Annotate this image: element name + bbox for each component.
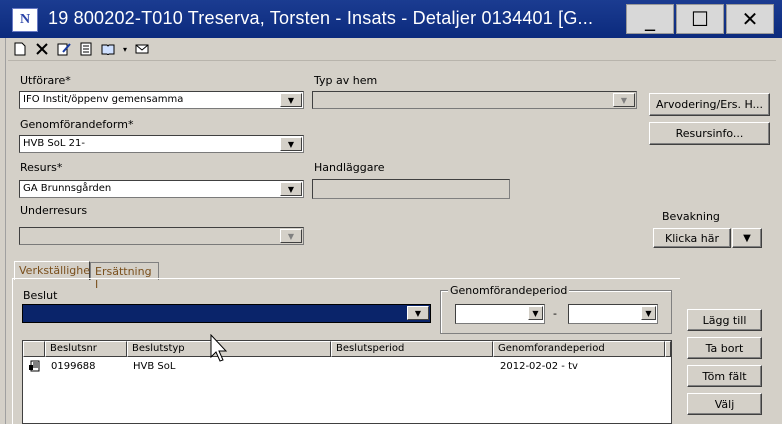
underresurs-label: Underresurs <box>20 204 88 217</box>
column-header-icon[interactable] <box>23 341 45 357</box>
lagg-till-button[interactable]: Lägg till <box>687 309 762 331</box>
period-separator: - <box>553 307 557 320</box>
genomforandeform-select[interactable]: HVB SoL 21- ▼ <box>19 135 304 153</box>
genomforandeform-label: Genomförandeform* <box>20 118 134 131</box>
table-row[interactable]: 0199688 HVB SoL 2012-02-02 - tv <box>23 358 671 374</box>
column-header-beslutsnr[interactable]: Beslutsnr <box>45 341 127 357</box>
ta-bort-label: Ta bort <box>705 341 744 355</box>
chevron-down-icon[interactable]: ▼ <box>280 93 302 107</box>
tab-verkstallighet-label: Verkställighet <box>19 264 95 277</box>
close-button[interactable]: ✕ <box>726 4 774 34</box>
report-icon[interactable] <box>78 41 94 57</box>
edit-icon[interactable] <box>56 41 72 57</box>
toolbar-divider <box>8 60 776 61</box>
maximize-button[interactable]: ☐ <box>676 4 724 34</box>
resurs-label: Resurs* <box>20 161 63 174</box>
handlaggare-field[interactable] <box>312 179 510 199</box>
app-icon[interactable]: N <box>12 8 38 32</box>
lagg-till-label: Lägg till <box>702 313 747 327</box>
chevron-down-icon[interactable]: ▼ <box>407 306 429 320</box>
new-document-icon[interactable] <box>12 41 28 57</box>
chevron-down-icon[interactable]: ▼ <box>641 306 656 320</box>
chevron-down-icon[interactable]: ▼ <box>280 229 302 243</box>
ta-bort-button[interactable]: Ta bort <box>687 337 762 359</box>
minimize-icon: _ <box>645 7 655 31</box>
column-header-filler <box>665 341 671 357</box>
window-frame-right <box>776 38 782 424</box>
utforare-value: IFO Instit/öppenv gemensamma <box>23 94 184 105</box>
toolbar: ▾ <box>12 40 150 58</box>
typ-av-hem-label: Typ av hem <box>314 74 378 87</box>
chevron-down-icon[interactable]: ▼ <box>280 137 302 151</box>
genomforandeperiod-legend: Genomförandeperiod <box>448 284 570 297</box>
tom-falt-button[interactable]: Töm fält <box>687 365 762 387</box>
maximize-icon: ☐ <box>691 7 709 31</box>
column-header-beslutstyp[interactable]: Beslutstyp <box>127 341 331 357</box>
beslut-label: Beslut <box>23 289 58 302</box>
handlaggare-label: Handläggare <box>314 161 385 174</box>
beslut-select[interactable]: ▼ <box>22 304 431 323</box>
resurs-select[interactable]: GA Brunnsgården ▼ <box>19 180 304 198</box>
period-from-field[interactable]: ▼ <box>455 304 545 324</box>
genomforandeform-value: HVB SoL 21- <box>23 138 85 149</box>
document-icon <box>29 360 41 375</box>
arvodering-button[interactable]: Arvodering/Ers. H... <box>649 93 770 116</box>
valj-label: Välj <box>714 397 735 411</box>
book-icon[interactable] <box>100 41 116 57</box>
valj-button[interactable]: Välj <box>687 393 762 415</box>
klicka-har-button[interactable]: Klicka här <box>653 228 731 248</box>
utforare-label: Utförare* <box>20 74 71 87</box>
chevron-down-icon[interactable]: ▼ <box>613 93 635 107</box>
chevron-down-icon[interactable]: ▾ <box>122 41 128 57</box>
resurs-value: GA Brunnsgården <box>23 183 112 194</box>
cell-genomforandeperiod: 2012-02-02 - tv <box>500 361 578 372</box>
bevakning-dropdown-button[interactable]: ▼ <box>732 228 762 248</box>
window-frame-left <box>0 38 6 424</box>
tom-falt-label: Töm fält <box>702 369 747 383</box>
chevron-down-icon: ▼ <box>743 232 751 244</box>
minimize-button[interactable]: _ <box>626 4 674 34</box>
mouse-cursor-icon <box>210 333 228 367</box>
app-icon-glyph: N <box>19 12 31 27</box>
underresurs-select[interactable]: ▼ <box>19 227 304 245</box>
resursinfo-label: Resursinfo... <box>675 127 744 140</box>
mail-icon[interactable] <box>134 41 150 57</box>
window-title: 19 800202-T010 Treserva, Torsten - Insat… <box>48 8 594 28</box>
chevron-down-icon[interactable]: ▼ <box>528 306 543 320</box>
chevron-down-icon[interactable]: ▼ <box>280 182 302 196</box>
utforare-select[interactable]: IFO Instit/öppenv gemensamma ▼ <box>19 91 304 109</box>
typ-av-hem-select[interactable]: ▼ <box>312 91 637 109</box>
klicka-har-label: Klicka här <box>664 231 720 245</box>
column-header-genomforandeperiod[interactable]: Genomforandeperiod <box>493 341 665 357</box>
cell-beslutsnr: 0199688 <box>51 361 96 372</box>
resursinfo-button[interactable]: Resursinfo... <box>649 122 770 145</box>
bevakning-label: Bevakning <box>662 210 720 223</box>
period-to-field[interactable]: ▼ <box>568 304 658 324</box>
column-header-beslutsperiod[interactable]: Beslutsperiod <box>331 341 493 357</box>
arvodering-label: Arvodering/Ers. H... <box>655 98 764 111</box>
delete-icon[interactable] <box>34 41 50 57</box>
cell-beslutstyp: HVB SoL <box>133 361 176 372</box>
close-icon: ✕ <box>741 7 759 31</box>
beslut-list[interactable]: Beslutsnr Beslutstyp Beslutsperiod Genom… <box>22 340 672 424</box>
